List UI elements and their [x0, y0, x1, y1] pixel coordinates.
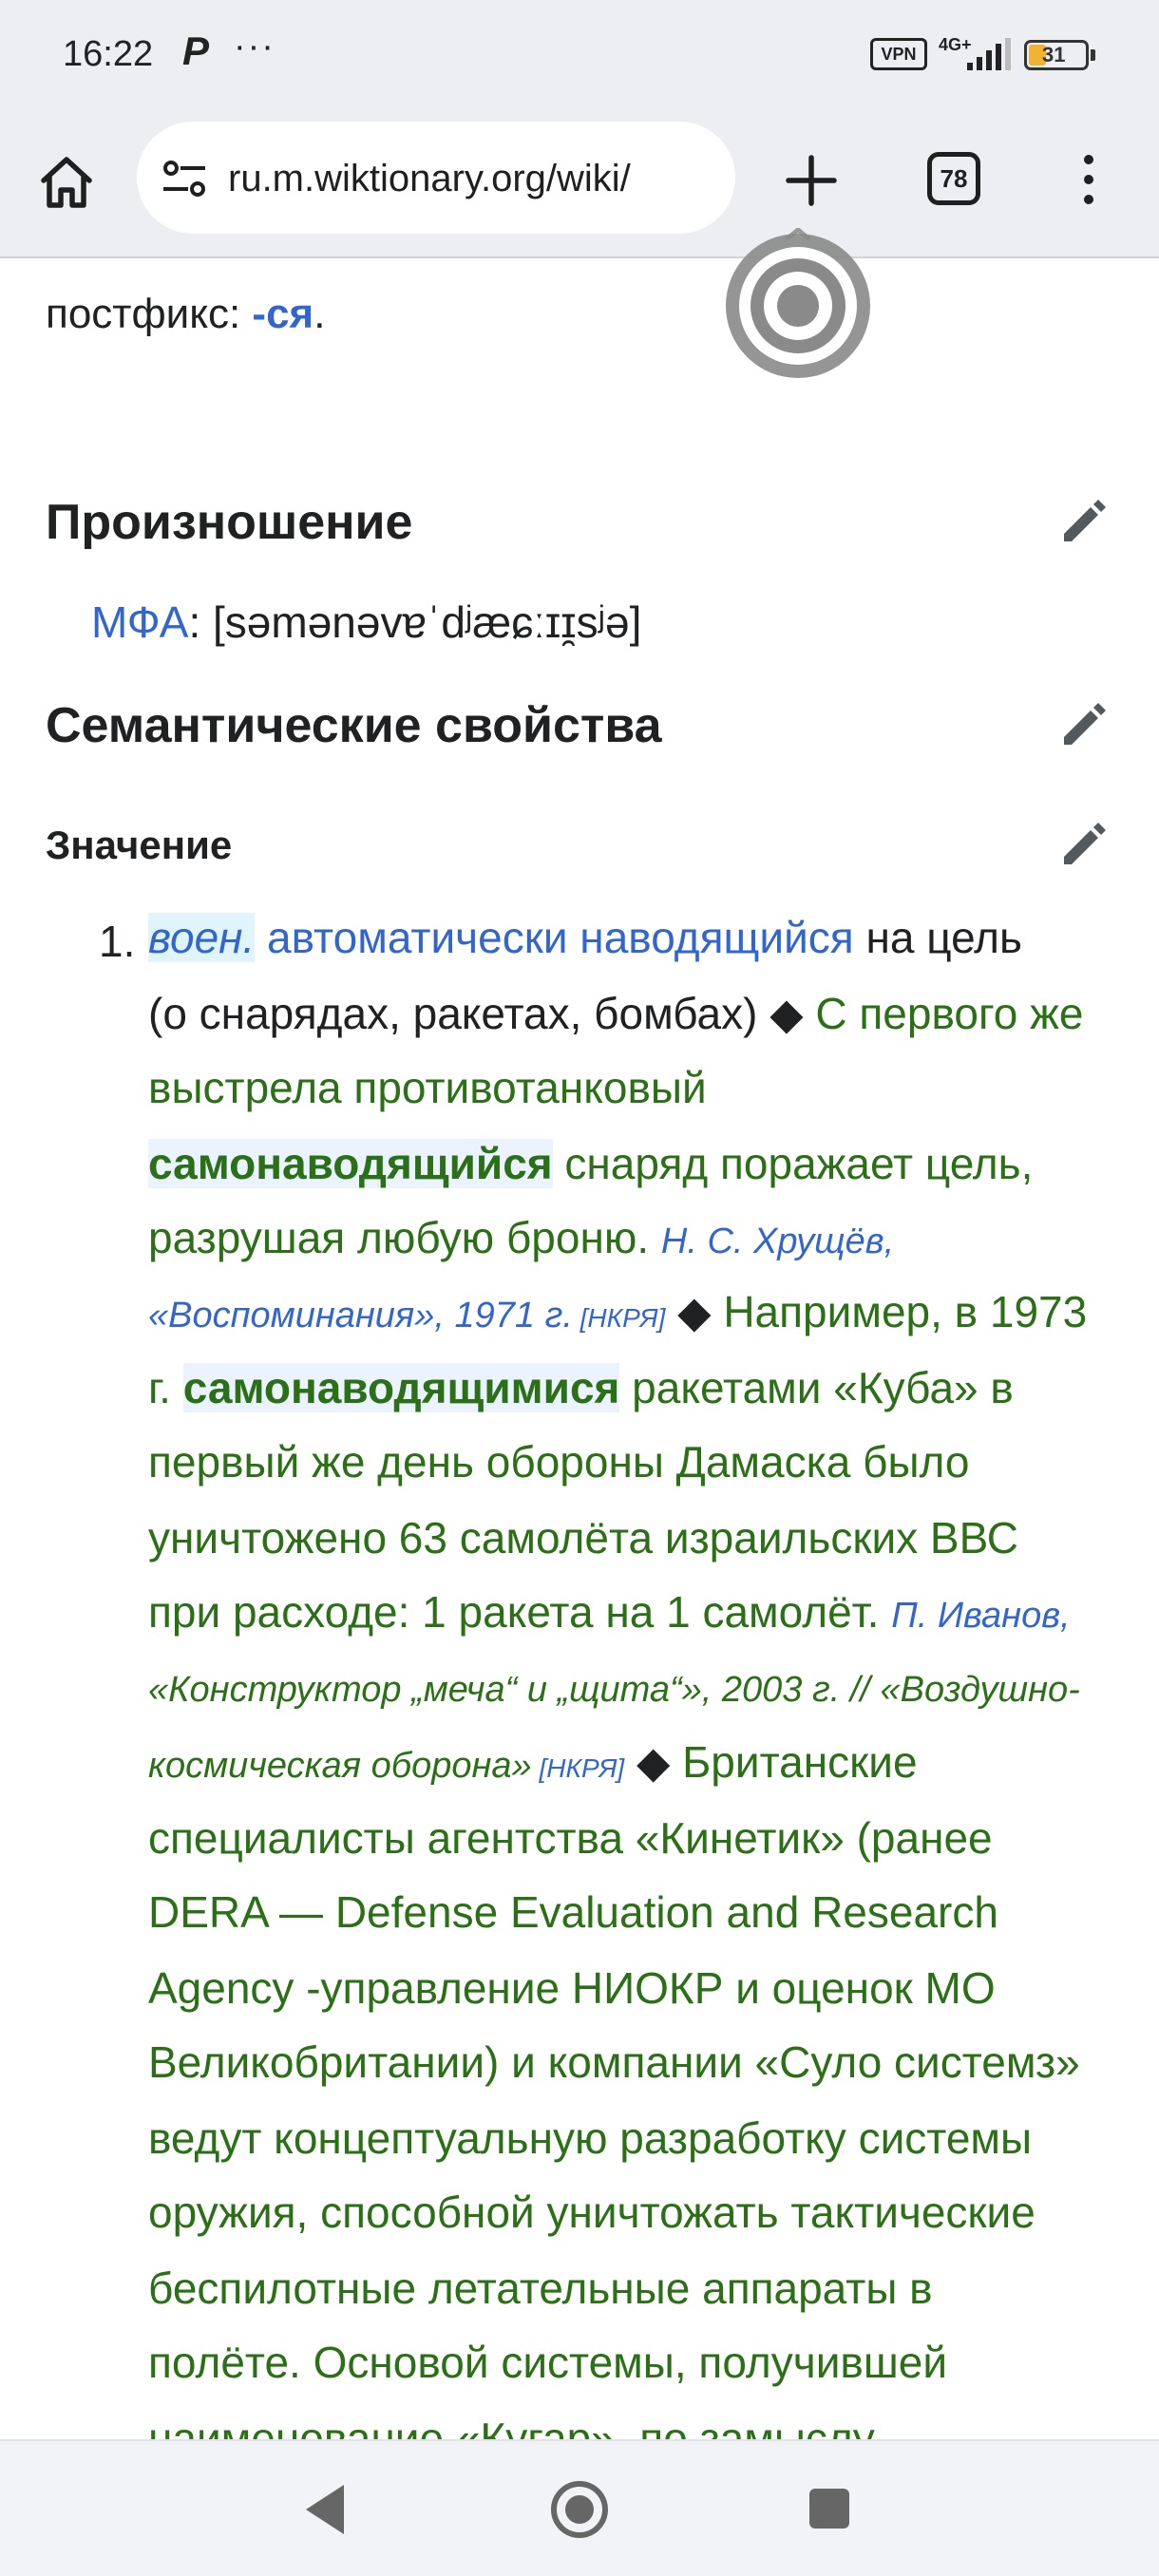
nkrya-link[interactable]: [НКРЯ]: [573, 1303, 666, 1333]
more-notifications-icon: ···: [234, 27, 276, 66]
signal-icon: [967, 38, 1011, 70]
battery-icon: 31: [1024, 40, 1089, 70]
source-link[interactable]: Н. С. Хрущёв,: [661, 1222, 894, 1261]
example-line: Agency -управление НИОКР и оценок МО: [148, 1963, 996, 2013]
tune-icon[interactable]: [162, 160, 207, 198]
example-line: самонаводящийся снаряд поражает цель,: [148, 1139, 1034, 1188]
tag-link[interactable]: воен.: [148, 913, 256, 962]
ipa-line: МФА: [səmənəvɐˈdʲæɕːɪɪ̯sʲə]: [91, 597, 642, 647]
pencil-icon[interactable]: [1056, 492, 1113, 549]
system-nav-bar: [0, 2439, 1159, 2576]
example-line: наименование «Кугар», по замыслу: [148, 2414, 875, 2439]
source-link[interactable]: «Воспоминания», 1971 г.: [148, 1296, 573, 1335]
source-link[interactable]: П. Иванов,: [891, 1596, 1070, 1636]
p-notification-icon: P: [182, 28, 210, 73]
list-item-number: 1.: [99, 917, 136, 966]
example-line: DERA — Defense Evaluation and Research: [148, 1887, 998, 1937]
example-line: разрушая любую броню. Н. С. Хрущёв,: [148, 1213, 895, 1262]
pencil-icon[interactable]: [1056, 815, 1113, 872]
source-text: «Конструктор „меча“ и „щита“», 2003 г. /…: [148, 1670, 1080, 1710]
back-triangle-icon[interactable]: [302, 2483, 346, 2536]
postfix-line: постфикс: -ся.: [46, 291, 326, 337]
postfix-link[interactable]: -ся: [252, 291, 314, 337]
address-bar[interactable]: ru.m.wiktionary.org/wiki/: [137, 122, 735, 234]
example-line: беспилотные летательные аппараты в: [148, 2263, 933, 2313]
definition-link[interactable]: автоматически наводящийся: [267, 913, 854, 962]
ipa-link[interactable]: МФА: [91, 597, 188, 647]
example-line: Великобритании) и компании «Суло системз…: [148, 2037, 1080, 2087]
home-circle-icon[interactable]: [549, 2479, 610, 2540]
pencil-icon[interactable]: [1056, 695, 1113, 752]
more-vert-icon[interactable]: [1072, 150, 1106, 211]
example-line: «Конструктор „меча“ и „щита“», 2003 г. /…: [148, 1664, 1080, 1712]
example-line: специалисты агентства «Кинетик» (ранее: [148, 1813, 993, 1863]
example-line: выстрела противотанковый: [148, 1063, 707, 1112]
status-time: 16:22: [63, 34, 154, 74]
nkrya-link[interactable]: [НКРЯ]: [532, 1753, 624, 1783]
plus-icon[interactable]: [777, 146, 846, 215]
example-line: полёте. Основой системы, получившей: [148, 2338, 948, 2387]
tab-switcher-button[interactable]: 78: [927, 152, 980, 205]
example-line: оружия, способной уничтожать тактические: [148, 2188, 1036, 2237]
semantic-heading: Семантические свойства: [46, 698, 662, 753]
vpn-icon: VPN: [870, 38, 927, 70]
status-bar: 16:22 P ··· VPN 4G+ 31: [0, 0, 1159, 112]
source-text: космическая оборона»: [148, 1746, 532, 1786]
example-line: при расходе: 1 ракета на 1 самолёт. П. И…: [148, 1587, 1071, 1637]
article-content: постфикс: -ся. Произношение МФА: [səmənə…: [0, 258, 1159, 2439]
url-text[interactable]: ru.m.wiktionary.org/wiki/: [228, 158, 631, 200]
example-line: г. самонаводящимися ракетами «Куба» в: [148, 1363, 1014, 1412]
meaning-heading: Значение: [46, 823, 233, 867]
definition-line: (о снарядах, ракетах, бомбах) ◆ С первог…: [148, 989, 1084, 1038]
example-line: космическая оборона» [НКРЯ] ◆ Британские: [148, 1737, 918, 1787]
browser-toolbar: ru.m.wiktionary.org/wiki/ 78: [0, 112, 1159, 258]
example-line: первый же день обороны Дамаска было: [148, 1437, 970, 1487]
example-line: «Воспоминания», 1971 г. [НКРЯ] ◆ Наприме…: [148, 1287, 1088, 1336]
pronunciation-heading: Произношение: [46, 495, 413, 550]
definition-line: воен. автоматически наводящийся на цель: [148, 913, 1022, 962]
target-icon[interactable]: [722, 228, 874, 380]
home-icon[interactable]: [32, 148, 101, 217]
example-line: ведут концептуальную разработку системы: [148, 2113, 1033, 2163]
recent-square-icon[interactable]: [809, 2489, 849, 2529]
battery-level: 31: [1042, 43, 1066, 66]
example-line: уничтожено 63 самолёта израильских ВВС: [148, 1513, 1018, 1563]
